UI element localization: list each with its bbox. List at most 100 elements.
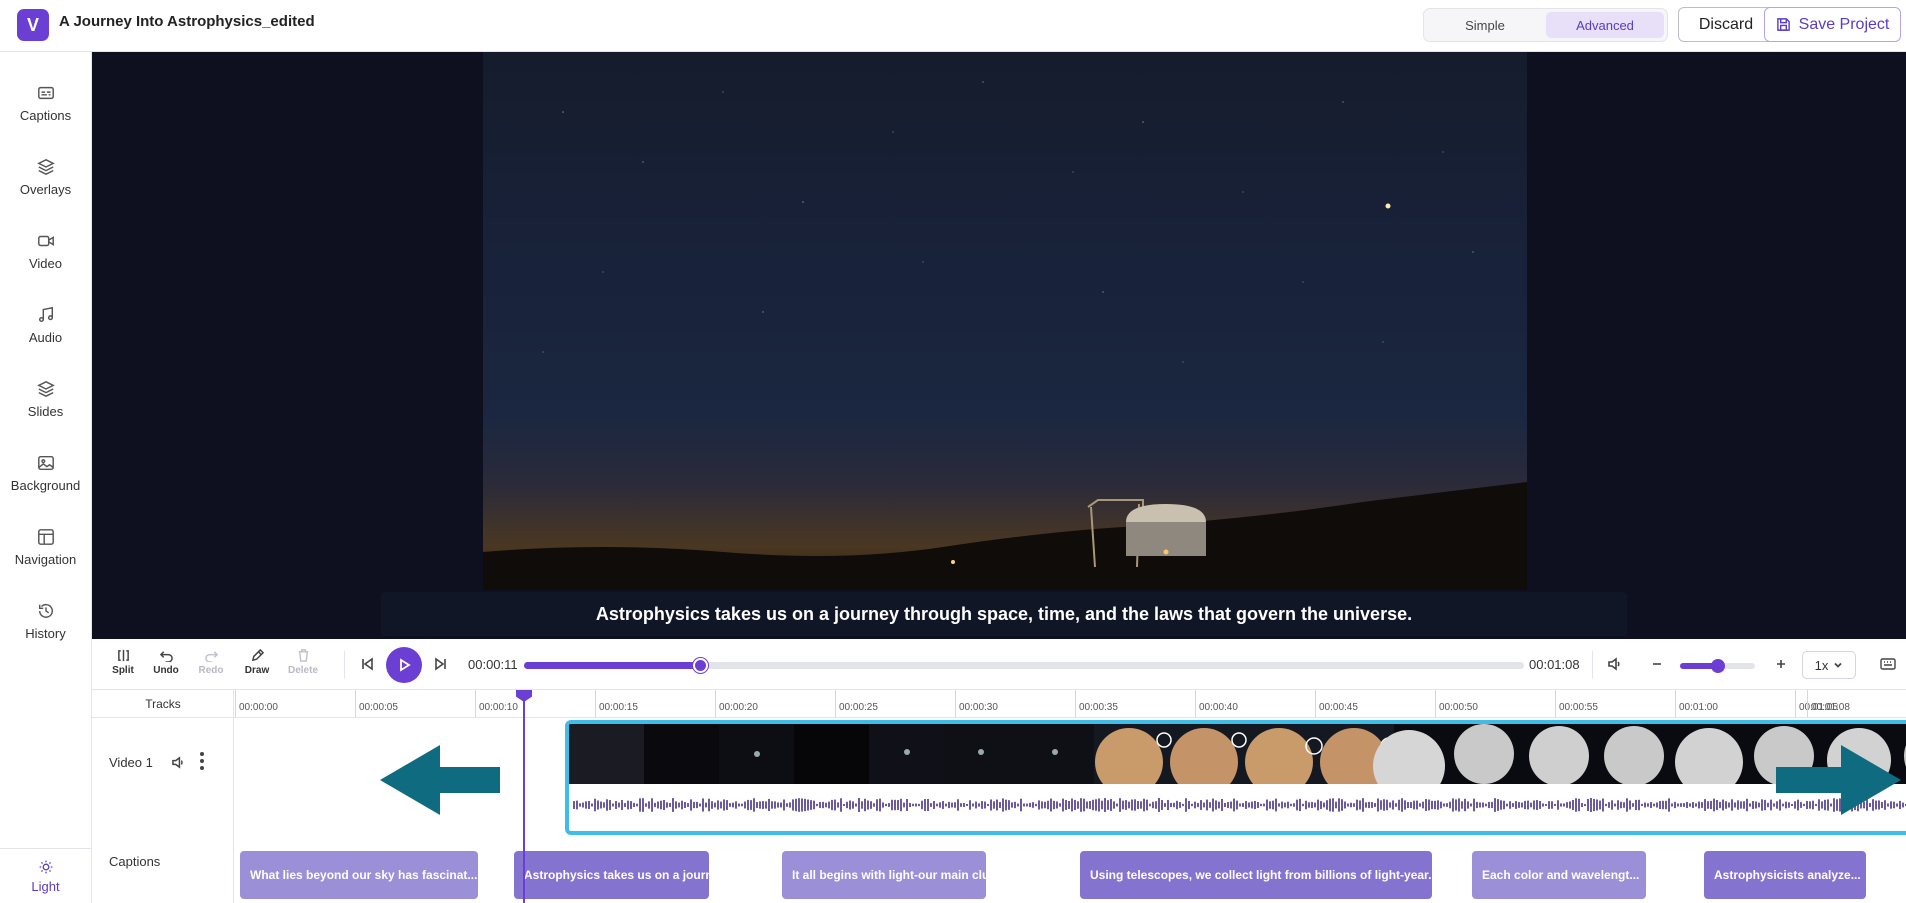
waveform-bar xyxy=(1452,798,1454,812)
waveform-bar xyxy=(1569,801,1571,809)
waveform-bar xyxy=(711,801,713,809)
current-time: 00:00:11 xyxy=(468,657,518,672)
ruler-tick: 00:00:00 xyxy=(235,690,278,717)
waveform-bar xyxy=(1311,801,1313,809)
waveform-bar xyxy=(876,799,878,811)
waveform-bar xyxy=(1068,801,1070,809)
waveform-bar xyxy=(1419,803,1421,807)
sidebar-item-history[interactable]: History xyxy=(0,586,91,656)
video-clip-selected[interactable] xyxy=(565,720,1906,835)
waveform-bar xyxy=(993,801,995,809)
waveform-bar xyxy=(1386,799,1388,811)
waveform-bar xyxy=(1680,803,1682,807)
delete-button[interactable]: Delete xyxy=(282,649,324,676)
clip-thumbnails xyxy=(569,724,1906,784)
sidebar-item-overlays[interactable]: Overlays xyxy=(0,142,91,212)
waveform-bar xyxy=(1437,800,1439,810)
right-arrow-annotation xyxy=(1776,745,1901,815)
waveform-bar xyxy=(630,801,632,809)
track-more-menu[interactable] xyxy=(200,752,204,770)
caption-clip[interactable]: Each color and wavelengt... xyxy=(1472,851,1646,899)
theme-toggle[interactable]: Light xyxy=(0,848,91,903)
waveform-bar xyxy=(648,801,650,809)
waveform-bar xyxy=(681,800,683,810)
tracks-header: Tracks xyxy=(92,690,234,718)
skip-forward-button[interactable] xyxy=(434,657,448,671)
track-mute-button[interactable] xyxy=(172,756,185,774)
waveform-bar xyxy=(756,802,758,808)
waveform-bar xyxy=(1401,798,1403,812)
waveform-bar xyxy=(1245,801,1247,809)
zoom-slider[interactable] xyxy=(1680,659,1755,673)
split-button[interactable]: Split xyxy=(102,649,144,676)
caption-clip[interactable]: It all begins with light-our main clue t… xyxy=(782,851,986,899)
waveform-bar xyxy=(1182,803,1184,807)
volume-button[interactable] xyxy=(1608,657,1622,676)
zoom-out-button[interactable] xyxy=(1650,657,1664,676)
waveform-bar xyxy=(1584,803,1586,807)
project-title[interactable]: A Journey Into Astrophysics_edited xyxy=(59,13,315,30)
waveform-bar xyxy=(645,803,647,807)
waveform-bar xyxy=(1506,803,1508,807)
preview-caption: Astrophysics takes us on a journey throu… xyxy=(381,592,1627,636)
playhead-line[interactable] xyxy=(523,690,525,903)
video-camera-icon xyxy=(37,235,54,246)
waveform-bar xyxy=(1443,803,1445,807)
discard-button[interactable]: Discard xyxy=(1678,7,1774,42)
waveform-bar xyxy=(1107,800,1109,810)
save-project-button[interactable]: Save Project xyxy=(1764,7,1901,42)
waveform-bar xyxy=(654,802,656,808)
waveform-bar xyxy=(717,800,719,810)
sidebar-item-captions[interactable]: Captions xyxy=(0,68,91,138)
caption-clip[interactable]: Astrophysics takes us on a journey ... xyxy=(514,851,709,899)
waveform-bar xyxy=(1446,803,1448,807)
time-ruler[interactable]: 00:00:00 00:00:05 00:00:10 00:00:15 00:00:20… xyxy=(234,690,1906,718)
caption-clip[interactable]: What lies beyond our sky has fascinat... xyxy=(240,851,478,899)
sidebar-item-background[interactable]: Background xyxy=(0,438,91,508)
video-preview[interactable]: Astrophysics takes us on a journey throu… xyxy=(92,52,1906,639)
sidebar-item-video[interactable]: Video xyxy=(0,216,91,286)
waveform-bar xyxy=(1341,799,1343,811)
waveform-bar xyxy=(1731,799,1733,811)
waveform-bar xyxy=(1440,801,1442,809)
waveform-bar xyxy=(1008,800,1010,810)
waveform-bar xyxy=(1170,802,1172,808)
waveform-bar xyxy=(1527,800,1529,810)
mode-simple-button[interactable]: Simple xyxy=(1428,12,1542,38)
split-icon xyxy=(117,649,129,662)
mode-advanced-button[interactable]: Advanced xyxy=(1546,12,1664,38)
play-button[interactable] xyxy=(386,647,422,683)
zoom-handle[interactable] xyxy=(1710,659,1725,673)
undo-label: Undo xyxy=(153,665,179,676)
caption-clip[interactable]: Using telescopes, we collect light from … xyxy=(1080,851,1432,899)
theme-label: Light xyxy=(31,878,60,894)
seek-bar[interactable] xyxy=(524,658,1524,673)
draw-button[interactable]: Draw xyxy=(236,649,278,676)
app-logo[interactable]: V xyxy=(17,9,49,41)
waveform-bar xyxy=(957,799,959,811)
caption-clip[interactable]: Astrophysicists analyze... xyxy=(1704,851,1866,899)
waveform-bar xyxy=(1140,801,1142,809)
skip-back-button[interactable] xyxy=(360,657,374,671)
sidebar-item-slides[interactable]: Slides xyxy=(0,364,91,434)
undo-button[interactable]: Undo xyxy=(145,649,187,676)
sidebar-item-audio[interactable]: Audio xyxy=(0,290,91,360)
waveform-bar xyxy=(1188,800,1190,810)
waveform-bar xyxy=(1152,801,1154,809)
waveform-bar xyxy=(1770,799,1772,811)
playback-speed-select[interactable]: 1x xyxy=(1802,651,1856,679)
waveform-bar xyxy=(573,801,575,809)
redo-button[interactable]: Redo xyxy=(190,649,232,676)
waveform-bar xyxy=(1344,801,1346,809)
mode-toggle: Simple Advanced xyxy=(1423,8,1668,42)
waveform-bar xyxy=(627,800,629,810)
waveform-bar xyxy=(1014,801,1016,809)
waveform-bar xyxy=(1413,800,1415,810)
sidebar-item-navigation[interactable]: Navigation xyxy=(0,512,91,582)
keyboard-shortcuts-button[interactable] xyxy=(1880,657,1896,676)
waveform-bar xyxy=(861,801,863,809)
seek-handle[interactable] xyxy=(693,658,708,673)
waveform-bar xyxy=(747,799,749,811)
zoom-in-button[interactable] xyxy=(1774,657,1788,676)
waveform-bar xyxy=(912,803,914,807)
